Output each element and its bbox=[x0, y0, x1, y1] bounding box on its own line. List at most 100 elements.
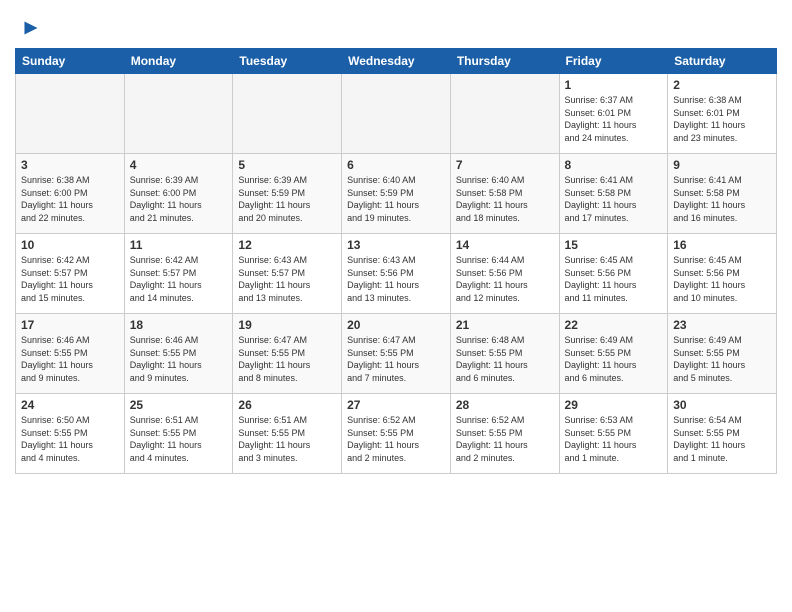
day-number: 5 bbox=[238, 158, 336, 172]
day-info: Sunrise: 6:51 AMSunset: 5:55 PMDaylight:… bbox=[238, 414, 336, 464]
day-number: 7 bbox=[456, 158, 554, 172]
calendar-cell bbox=[342, 74, 451, 154]
calendar-cell: 13 Sunrise: 6:43 AMSunset: 5:56 PMDayligh… bbox=[342, 234, 451, 314]
day-info: Sunrise: 6:41 AMSunset: 5:58 PMDaylight:… bbox=[565, 174, 663, 224]
calendar-cell: 22 Sunrise: 6:49 AMSunset: 5:55 PMDayligh… bbox=[559, 314, 668, 394]
day-info: Sunrise: 6:49 AMSunset: 5:55 PMDaylight:… bbox=[565, 334, 663, 384]
calendar-cell: 14Sunrise: 6:44 AMSunset: 5:56 PMDayligh… bbox=[450, 234, 559, 314]
day-number: 25 bbox=[130, 398, 228, 412]
day-info: Sunrise: 6:40 AMSunset: 5:58 PMDaylight:… bbox=[456, 174, 554, 224]
calendar-cell: 24 Sunrise: 6:50 AMSunset: 5:55 PMDayligh… bbox=[16, 394, 125, 474]
day-info: Sunrise: 6:38 AMSunset: 6:00 PMDaylight:… bbox=[21, 174, 119, 224]
day-info: Sunrise: 6:50 AMSunset: 5:55 PMDaylight:… bbox=[21, 414, 119, 464]
calendar-cell: 29 Sunrise: 6:53 AMSunset: 5:55 PMDayligh… bbox=[559, 394, 668, 474]
weekday-header: Sunday bbox=[16, 49, 125, 74]
day-info: Sunrise: 6:48 AMSunset: 5:55 PMDaylight:… bbox=[456, 334, 554, 384]
calendar-cell: 30Sunrise: 6:54 AMSunset: 5:55 PMDayligh… bbox=[668, 394, 777, 474]
day-number: 27 bbox=[347, 398, 445, 412]
day-info: Sunrise: 6:53 AMSunset: 5:55 PMDaylight:… bbox=[565, 414, 663, 464]
calendar-cell: 1Sunrise: 6:37 AMSunset: 6:01 PMDaylight… bbox=[559, 74, 668, 154]
calendar-cell: 18 Sunrise: 6:46 AMSunset: 5:55 PMDayligh… bbox=[124, 314, 233, 394]
day-number: 4 bbox=[130, 158, 228, 172]
weekday-header: Monday bbox=[124, 49, 233, 74]
calendar-cell: 5 Sunrise: 6:39 AMSunset: 5:59 PMDaylight… bbox=[233, 154, 342, 234]
day-number: 12 bbox=[238, 238, 336, 252]
calendar-week-row: 3 Sunrise: 6:38 AMSunset: 6:00 PMDaylight… bbox=[16, 154, 777, 234]
calendar-cell: 28 Sunrise: 6:52 AMSunset: 5:55 PMDayligh… bbox=[450, 394, 559, 474]
calendar-cell bbox=[233, 74, 342, 154]
day-number: 29 bbox=[565, 398, 663, 412]
day-info: Sunrise: 6:49 AMSunset: 5:55 PMDaylight:… bbox=[673, 334, 771, 384]
day-number: 20 bbox=[347, 318, 445, 332]
weekday-header: Friday bbox=[559, 49, 668, 74]
day-number: 3 bbox=[21, 158, 119, 172]
weekday-header: Saturday bbox=[668, 49, 777, 74]
calendar-cell: 4 Sunrise: 6:39 AMSunset: 6:00 PMDaylight… bbox=[124, 154, 233, 234]
day-info: Sunrise: 6:45 AMSunset: 5:56 PMDaylight:… bbox=[565, 254, 663, 304]
day-info: Sunrise: 6:41 AMSunset: 5:58 PMDaylight:… bbox=[673, 174, 771, 224]
day-number: 10 bbox=[21, 238, 119, 252]
calendar-cell bbox=[124, 74, 233, 154]
calendar-cell: 15Sunrise: 6:45 AMSunset: 5:56 PMDayligh… bbox=[559, 234, 668, 314]
calendar-cell: 27Sunrise: 6:52 AMSunset: 5:55 PMDayligh… bbox=[342, 394, 451, 474]
calendar-cell bbox=[16, 74, 125, 154]
day-info: Sunrise: 6:42 AMSunset: 5:57 PMDaylight:… bbox=[130, 254, 228, 304]
day-number: 22 bbox=[565, 318, 663, 332]
day-info: Sunrise: 6:39 AMSunset: 5:59 PMDaylight:… bbox=[238, 174, 336, 224]
day-number: 18 bbox=[130, 318, 228, 332]
day-info: Sunrise: 6:42 AMSunset: 5:57 PMDaylight:… bbox=[21, 254, 119, 304]
day-info: Sunrise: 6:44 AMSunset: 5:56 PMDaylight:… bbox=[456, 254, 554, 304]
day-number: 6 bbox=[347, 158, 445, 172]
day-info: Sunrise: 6:46 AMSunset: 5:55 PMDaylight:… bbox=[130, 334, 228, 384]
day-info: Sunrise: 6:37 AMSunset: 6:01 PMDaylight:… bbox=[565, 94, 663, 144]
day-number: 11 bbox=[130, 238, 228, 252]
logo-icon bbox=[17, 14, 45, 42]
calendar-cell: 12 Sunrise: 6:43 AMSunset: 5:57 PMDayligh… bbox=[233, 234, 342, 314]
day-number: 30 bbox=[673, 398, 771, 412]
day-number: 26 bbox=[238, 398, 336, 412]
day-info: Sunrise: 6:47 AMSunset: 5:55 PMDaylight:… bbox=[238, 334, 336, 384]
calendar-week-row: 17 Sunrise: 6:46 AMSunset: 5:55 PMDayligh… bbox=[16, 314, 777, 394]
page: SundayMondayTuesdayWednesdayThursdayFrid… bbox=[0, 0, 792, 489]
weekday-header: Thursday bbox=[450, 49, 559, 74]
calendar-week-row: 24 Sunrise: 6:50 AMSunset: 5:55 PMDayligh… bbox=[16, 394, 777, 474]
day-number: 16 bbox=[673, 238, 771, 252]
day-number: 21 bbox=[456, 318, 554, 332]
day-number: 13 bbox=[347, 238, 445, 252]
day-info: Sunrise: 6:52 AMSunset: 5:55 PMDaylight:… bbox=[456, 414, 554, 464]
calendar-week-row: 1Sunrise: 6:37 AMSunset: 6:01 PMDaylight… bbox=[16, 74, 777, 154]
day-number: 28 bbox=[456, 398, 554, 412]
calendar-cell: 11 Sunrise: 6:42 AMSunset: 5:57 PMDayligh… bbox=[124, 234, 233, 314]
calendar-cell: 19Sunrise: 6:47 AMSunset: 5:55 PMDayligh… bbox=[233, 314, 342, 394]
calendar-cell: 23 Sunrise: 6:49 AMSunset: 5:55 PMDayligh… bbox=[668, 314, 777, 394]
day-info: Sunrise: 6:40 AMSunset: 5:59 PMDaylight:… bbox=[347, 174, 445, 224]
calendar-cell: 25 Sunrise: 6:51 AMSunset: 5:55 PMDayligh… bbox=[124, 394, 233, 474]
day-info: Sunrise: 6:45 AMSunset: 5:56 PMDaylight:… bbox=[673, 254, 771, 304]
calendar-cell: 3 Sunrise: 6:38 AMSunset: 6:00 PMDaylight… bbox=[16, 154, 125, 234]
header bbox=[15, 10, 777, 42]
calendar-cell: 8 Sunrise: 6:41 AMSunset: 5:58 PMDaylight… bbox=[559, 154, 668, 234]
day-number: 2 bbox=[673, 78, 771, 92]
day-number: 24 bbox=[21, 398, 119, 412]
day-info: Sunrise: 6:46 AMSunset: 5:55 PMDaylight:… bbox=[21, 334, 119, 384]
day-info: Sunrise: 6:39 AMSunset: 6:00 PMDaylight:… bbox=[130, 174, 228, 224]
day-number: 9 bbox=[673, 158, 771, 172]
day-info: Sunrise: 6:51 AMSunset: 5:55 PMDaylight:… bbox=[130, 414, 228, 464]
day-info: Sunrise: 6:38 AMSunset: 6:01 PMDaylight:… bbox=[673, 94, 771, 144]
logo bbox=[15, 14, 45, 42]
calendar-cell: 7 Sunrise: 6:40 AMSunset: 5:58 PMDaylight… bbox=[450, 154, 559, 234]
day-info: Sunrise: 6:43 AMSunset: 5:56 PMDaylight:… bbox=[347, 254, 445, 304]
weekday-header-row: SundayMondayTuesdayWednesdayThursdayFrid… bbox=[16, 49, 777, 74]
day-number: 17 bbox=[21, 318, 119, 332]
calendar-cell: 20 Sunrise: 6:47 AMSunset: 5:55 PMDayligh… bbox=[342, 314, 451, 394]
day-info: Sunrise: 6:43 AMSunset: 5:57 PMDaylight:… bbox=[238, 254, 336, 304]
calendar-cell: 26 Sunrise: 6:51 AMSunset: 5:55 PMDayligh… bbox=[233, 394, 342, 474]
day-info: Sunrise: 6:47 AMSunset: 5:55 PMDaylight:… bbox=[347, 334, 445, 384]
calendar-cell: 16 Sunrise: 6:45 AMSunset: 5:56 PMDayligh… bbox=[668, 234, 777, 314]
calendar: SundayMondayTuesdayWednesdayThursdayFrid… bbox=[15, 48, 777, 474]
day-number: 23 bbox=[673, 318, 771, 332]
calendar-cell: 9 Sunrise: 6:41 AMSunset: 5:58 PMDaylight… bbox=[668, 154, 777, 234]
calendar-cell: 10 Sunrise: 6:42 AMSunset: 5:57 PMDayligh… bbox=[16, 234, 125, 314]
day-number: 8 bbox=[565, 158, 663, 172]
weekday-header: Wednesday bbox=[342, 49, 451, 74]
